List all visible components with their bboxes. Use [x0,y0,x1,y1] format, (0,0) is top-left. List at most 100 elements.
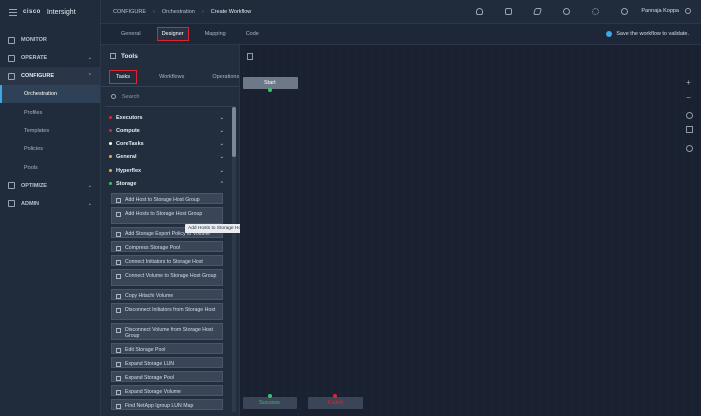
task-card[interactable]: Copy Hitachi Volume [111,289,223,300]
category-hyperflex[interactable]: Hyperflex ⌄ [109,164,224,177]
chevron-down-icon: ⌄ [87,182,92,189]
tools-tabs: Tasks Workflows Operations [101,67,239,87]
left-nav: cisco Intersight MONITOR OPERATE ⌄ CONFI… [0,0,101,416]
trash-icon[interactable] [247,53,253,60]
tasks-icon[interactable] [505,8,512,15]
nav-configure[interactable]: CONFIGURE ⌃ [0,67,100,85]
task-label: Expand Storage Pool [125,375,175,381]
tab-workflows[interactable]: Workflows [153,71,190,83]
search-icon[interactable] [686,145,693,152]
task-icon [116,197,121,203]
category-label: General [116,153,137,160]
gear-icon[interactable] [592,8,599,15]
start-label: Start [264,80,276,86]
task-card[interactable]: Expand Storage LUN [111,357,223,368]
category-dot [109,169,112,172]
nav-item-templates[interactable]: Templates [0,122,100,140]
success-node[interactable]: Success [243,394,297,409]
search-icon[interactable] [563,8,570,15]
task-icon [116,347,121,353]
breadcrumb-separator-icon: › [201,8,204,15]
category-general[interactable]: General ⌄ [109,150,224,163]
category-compute[interactable]: Compute ⌄ [109,124,224,137]
task-icon [116,293,121,299]
tab-mapping[interactable]: Mapping [201,28,230,40]
tools-scrollbar[interactable] [232,107,236,412]
optimize-icon [8,182,15,190]
layout-icon[interactable] [686,112,693,119]
bell-icon[interactable] [476,8,483,15]
task-card[interactable]: Disconnect Volume from Storage Host Grou… [111,323,223,340]
user-menu[interactable]: Pannaja Koppa [641,8,691,14]
tab-tasks[interactable]: Tasks [109,69,138,84]
nav-admin-label: ADMIN [21,200,40,207]
grid-icon[interactable] [686,126,693,133]
category-executors[interactable]: Executors ⌄ [109,111,224,124]
workflow-canvas[interactable]: Start Success Failed + − [240,45,701,416]
start-node[interactable]: Start [243,77,298,92]
task-card[interactable]: Expand Storage Volume [111,385,223,396]
breadcrumb-current: Create Workflow [210,8,252,15]
task-label: Connect Initiators to Storage Host [125,259,203,265]
task-icon [116,273,121,279]
breadcrumb-orchestration[interactable]: Orchestration [162,9,195,15]
scroll-thumb[interactable] [232,107,236,157]
tab-designer[interactable]: Designer [156,27,189,41]
task-label: Disconnect Initiators from Storage Host [125,307,216,313]
output-port[interactable] [268,88,272,92]
nav-operate-label: OPERATE [21,55,48,61]
nav-monitor[interactable]: MONITOR [0,31,100,49]
breadcrumb-configure[interactable]: CONFIGURE [113,9,146,15]
nav-item-orchestration[interactable]: Orchestration [0,85,100,104]
megaphone-icon[interactable] [533,8,542,15]
task-card[interactable]: Find NetApp Igroup LUN Map [111,399,223,410]
help-icon[interactable] [621,8,628,15]
nav-configure-label: CONFIGURE [21,73,54,79]
nav-item-policies[interactable]: Policies [0,140,100,158]
task-card[interactable]: Expand Storage Pool [111,371,223,382]
nav-operate[interactable]: OPERATE ⌄ [0,49,100,67]
task-search-input[interactable]: Search [105,87,235,107]
task-card[interactable]: Edit Storage Pool [111,343,223,354]
menu-icon[interactable] [9,8,17,16]
failed-node[interactable]: Failed [308,394,363,409]
category-label: Storage [116,180,137,187]
tab-general[interactable]: General [117,28,145,40]
category-storage[interactable]: Storage ⌃ [109,177,224,190]
task-card[interactable]: Add Hosts to Storage Host Group [111,207,223,224]
breadcrumb-separator-icon: › [153,8,155,15]
category-label: Hyperflex [116,167,142,174]
task-label: Add Host to Storage Host Group [125,197,200,203]
nav-item-pools[interactable]: Pools [0,159,100,177]
task-label: Expand Storage LUN [125,361,175,367]
task-label: Compress Storage Pool [125,245,181,251]
task-card[interactable]: Connect Volume to Storage Host Group [111,269,223,286]
task-card[interactable]: Compress Storage Pool [111,241,223,252]
chevron-up-icon: ⌃ [87,73,92,79]
nav-optimize[interactable]: OPTIMIZE ⌄ [0,177,100,195]
input-port[interactable] [333,394,337,398]
chevron-down-icon: ⌄ [219,114,224,121]
tab-code[interactable]: Code [242,28,263,40]
category-dot [109,155,112,158]
task-icon [116,259,121,265]
zoom-in-icon[interactable]: + [684,78,693,87]
task-card[interactable]: Connect Initiators to Storage Host [111,255,223,266]
category-coretasks[interactable]: CoreTasks ⌄ [109,137,224,150]
task-icon [116,403,121,409]
nav-admin[interactable]: ADMIN ⌄ [0,195,100,213]
task-card[interactable]: Disconnect Initiators from Storage Host [111,303,223,320]
task-label: Disconnect Volume from Storage Host Grou… [125,327,213,339]
input-port[interactable] [268,394,272,398]
task-card[interactable]: Add Host to Storage Host Group [111,193,223,204]
chevron-down-icon: ⌄ [219,153,224,160]
chevron-down-icon: ⌄ [219,167,224,174]
nav-item-profiles[interactable]: Profiles [0,103,100,121]
user-icon [685,8,691,14]
admin-icon [8,200,15,208]
validate-message: Save the workflow to validate. [606,31,689,37]
task-label: Connect Volume to Storage Host Group [125,273,217,279]
task-icon [116,245,121,251]
zoom-out-icon[interactable]: − [684,93,693,102]
brand-header: cisco Intersight [0,0,100,24]
